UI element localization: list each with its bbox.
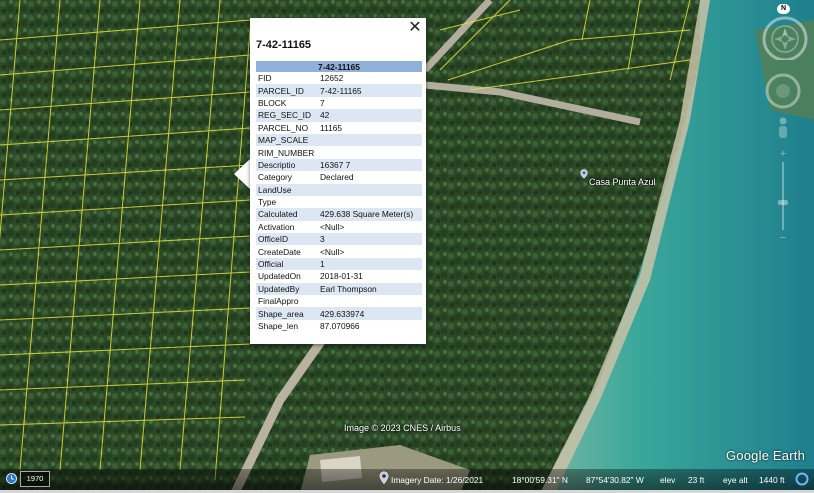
field-name: CreateDate [258,246,301,257]
table-row: PARCEL_NO 11165 [256,122,422,134]
field-name: UpdatedBy [256,282,318,296]
field-name: OfficeID [256,233,318,246]
field-name: Activation [258,221,295,232]
longitude-readout: 87°54'30.82" W [586,475,644,485]
table-row: UpdatedOn 2018-01-31 [256,270,422,282]
historical-imagery-icon[interactable] [6,473,17,484]
table-row: Calculated 429.638 Square Meter(s) [256,208,422,221]
table-row: Type [256,196,422,208]
table-row: PARCEL_ID 7-42-11165 [256,84,422,97]
zoom-slider[interactable]: + − [774,148,792,242]
table-row: BLOCK 7 [256,97,422,109]
table-row: Official 1 [256,257,422,271]
field-value [318,295,422,307]
field-value: 429.633974 [318,307,422,320]
place-label[interactable]: Casa Punta Azul [589,177,656,187]
field-name: PARCEL_NO [258,122,309,133]
field-value [318,183,422,196]
field-name: PARCEL_ID [256,84,318,97]
table-row: Category Declared [256,171,422,183]
eye-altitude-value: 1440 ft [759,475,785,485]
table-row: Activation <Null> [256,221,422,233]
table-row: Descriptio 16367 7 [256,158,422,172]
field-value: 429.638 Square Meter(s) [318,208,422,221]
table-row: LandUse [256,183,422,196]
attribute-table-header: 7-42-11165 [256,61,422,72]
field-name: Shape_len [258,321,299,331]
table-row: MAP_SCALE [256,133,422,147]
table-row: REG_SEC_ID 42 [256,109,422,122]
attribute-table: 7-42-11165 FID 12652 PARCEL_ID 7-42-11165 … [256,61,422,332]
field-name: Official [256,257,318,271]
close-icon[interactable]: ✕ [408,20,422,36]
field-name: BLOCK [258,97,287,108]
table-row: UpdatedBy Earl Thompson [256,282,422,296]
table-row: RIM_NUMBER [256,146,422,158]
status-bar: 1970 Imagery Date: 1/26/2021 18°00'59.31… [0,469,814,490]
historical-year-button[interactable]: 1970 [20,471,50,487]
field-name: Category [258,172,292,183]
look-joystick-icon[interactable] [764,72,802,110]
field-value: 7 [320,97,325,108]
field-name: UpdatedOn [258,271,301,282]
field-name: Descriptio [256,158,318,172]
table-row: Shape_len 87.070966 [256,320,422,332]
table-row: Shape_area 429.633974 [256,307,422,320]
field-value: 1 [318,257,422,271]
field-name: RIM_NUMBER [258,147,315,158]
field-value: <Null> [320,221,345,232]
eye-altitude-label: eye alt [723,475,748,485]
field-value: 3 [318,233,422,246]
field-value: Earl Thompson [318,282,422,296]
field-value: 11165 [320,122,343,133]
svg-text:+: + [780,148,786,160]
field-value: 16367 7 [318,158,422,172]
field-value: 12652 [320,73,344,84]
table-row: FinalAppro [256,295,422,307]
field-name: FinalAppro [258,296,299,307]
navigation-controls: N + − [760,4,810,304]
latitude-readout: 18°00'59.31" N [512,475,568,485]
field-value [318,133,422,147]
field-name: Shape_area [256,307,318,320]
popup-pointer [234,158,251,190]
field-value [318,146,422,158]
loading-ring-icon [795,472,809,486]
elevation-value: 23 ft [688,475,705,485]
imagery-date-icon [379,471,389,485]
table-row: OfficeID 3 [256,233,422,246]
imagery-attribution: Image © 2023 CNES / Airbus [344,423,461,433]
earth-viewport[interactable]: ✕ 7-42-11165 7-42-11165 FID 12652 PARCEL_… [0,0,814,493]
field-name: FID [258,73,272,84]
table-row: CreateDate <Null> [256,245,422,257]
field-name: Calculated [256,208,318,221]
imagery-date: Imagery Date: 1/26/2021 [391,475,484,485]
field-name: Type [258,197,277,208]
field-value: 42 [318,109,422,122]
field-value: Declared [320,172,354,183]
place-marker-icon [580,169,588,179]
field-name: LandUse [256,183,318,196]
balloon-title: 7-42-11165 [256,39,312,51]
parcel-info-balloon: ✕ 7-42-11165 7-42-11165 FID 12652 PARCEL_… [250,18,426,344]
elevation-label: elev [660,475,676,485]
field-name: REG_SEC_ID [256,109,318,122]
field-name: MAP_SCALE [256,133,318,147]
field-value: 2018-01-31 [320,271,363,282]
field-value: 87.070966 [320,321,360,331]
pegman-icon[interactable] [776,116,790,144]
field-value: <Null> [320,246,345,257]
north-indicator[interactable]: N [777,4,790,14]
compass-icon[interactable] [760,10,810,60]
table-row: FID 12652 [256,72,422,84]
svg-text:−: − [780,232,786,242]
google-earth-logo: Google Earth [726,448,806,463]
field-value: 7-42-11165 [318,84,422,97]
field-value [318,196,422,208]
